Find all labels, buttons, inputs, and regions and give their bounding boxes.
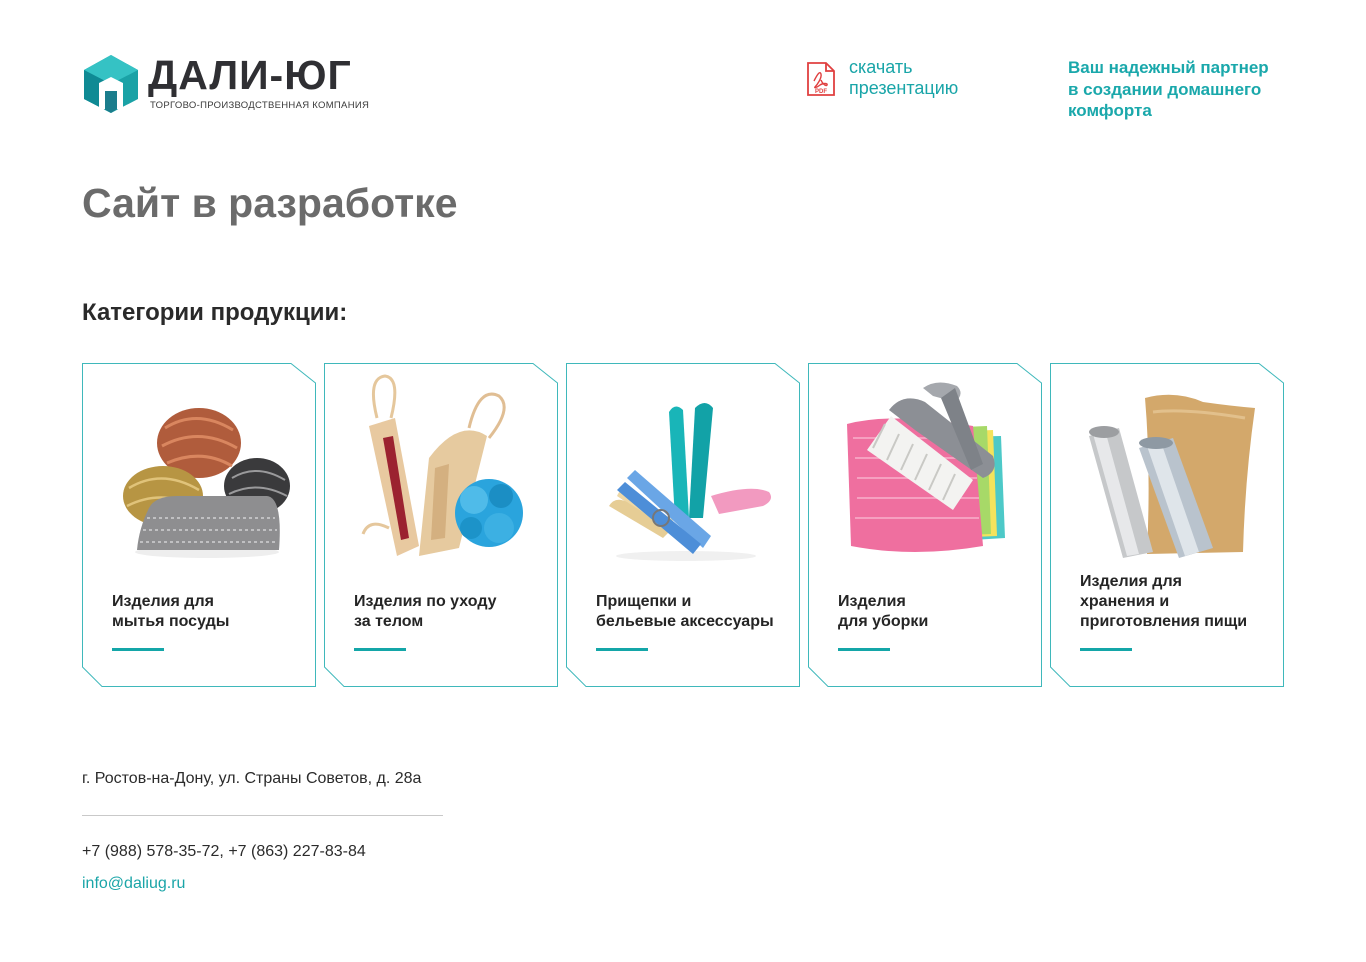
- pdf-badge: PDF: [815, 89, 827, 95]
- dish-scrubbers-image: [123, 408, 290, 558]
- bath-accessories-image: [361, 374, 523, 556]
- category-card-dishwashing[interactable]: Изделия для мытья посуды: [82, 363, 316, 687]
- category-card-cleaning[interactable]: Изделия для уборки: [808, 363, 1042, 687]
- cleaning-cloths-brush-image: [847, 382, 1005, 552]
- email-link[interactable]: info@daliug.ru: [82, 875, 185, 893]
- brand-name: ДАЛИ-ЮГ: [148, 52, 352, 98]
- logo-house-icon: [84, 55, 138, 113]
- category-card-food-storage[interactable]: Изделия для хранения и приготовления пищ…: [1050, 363, 1284, 687]
- pdf-file-icon: PDF: [807, 62, 835, 96]
- category-card-body-care[interactable]: Изделия по уходу за телом: [324, 363, 558, 687]
- accent-underline: [596, 648, 648, 651]
- slogan: Ваш надежный партнер в создании домашнег…: [1068, 57, 1298, 122]
- category-label-line1: Изделия по уходу: [354, 593, 497, 610]
- page-title: Сайт в разработке: [82, 180, 458, 226]
- download-label-line2: презентацию: [849, 78, 959, 98]
- category-label-line2: бельевые аксессуары: [596, 613, 774, 630]
- category-label: Прищепки и бельевые аксессуары: [596, 592, 786, 632]
- clothespins-image: [609, 403, 771, 561]
- category-label: Изделия для уборки: [838, 592, 1028, 632]
- category-label-line2: хранения и: [1080, 593, 1170, 610]
- logo[interactable]: ДАЛИ-ЮГ ТОРГОВО-ПРОИЗВОДСТВЕННАЯ КОМПАНИ…: [82, 52, 382, 115]
- category-label-line2: мытья посуды: [112, 613, 230, 630]
- accent-underline: [838, 648, 890, 651]
- divider: [82, 815, 443, 816]
- categories-title: Категории продукции:: [82, 299, 348, 326]
- slogan-line2: в создании домашнего: [1068, 79, 1262, 99]
- accent-underline: [1080, 648, 1132, 651]
- accent-underline: [112, 648, 164, 651]
- category-label: Изделия по уходу за телом: [354, 592, 544, 632]
- category-label-line3: приготовления пищи: [1080, 613, 1248, 630]
- company-address: г. Ростов-на-Дону, ул. Страны Советов, д…: [82, 770, 422, 787]
- category-label-line1: Изделия для: [1080, 573, 1182, 590]
- category-label-line1: Изделия для: [112, 593, 214, 610]
- slogan-line3: комфорта: [1068, 101, 1152, 120]
- phone-numbers[interactable]: +7 (988) 578-35-72, +7 (863) 227-83-84: [82, 843, 366, 861]
- category-card-clothespins[interactable]: Прищепки и бельевые аксессуары: [566, 363, 800, 687]
- slogan-line1: Ваш надежный партнер: [1068, 58, 1269, 77]
- category-label-line2: для уборки: [838, 613, 929, 630]
- category-label: Изделия для мытья посуды: [112, 592, 302, 632]
- category-label: Изделия для хранения и приготовления пищ…: [1080, 572, 1270, 632]
- download-presentation-label: скачать презентацию: [849, 57, 1009, 99]
- accent-underline: [354, 648, 406, 651]
- download-presentation-link[interactable]: PDF скачать презентацию: [806, 57, 1009, 99]
- download-label-line1: скачать: [849, 57, 913, 77]
- category-label-line2: за телом: [354, 613, 424, 630]
- category-label-line1: Прищепки и: [596, 593, 692, 610]
- category-label-line1: Изделия: [838, 593, 906, 610]
- foil-film-paper-rolls-image: [1089, 394, 1255, 558]
- brand-tagline: ТОРГОВО-ПРОИЗВОДСТВЕННАЯ КОМПАНИЯ: [150, 100, 370, 111]
